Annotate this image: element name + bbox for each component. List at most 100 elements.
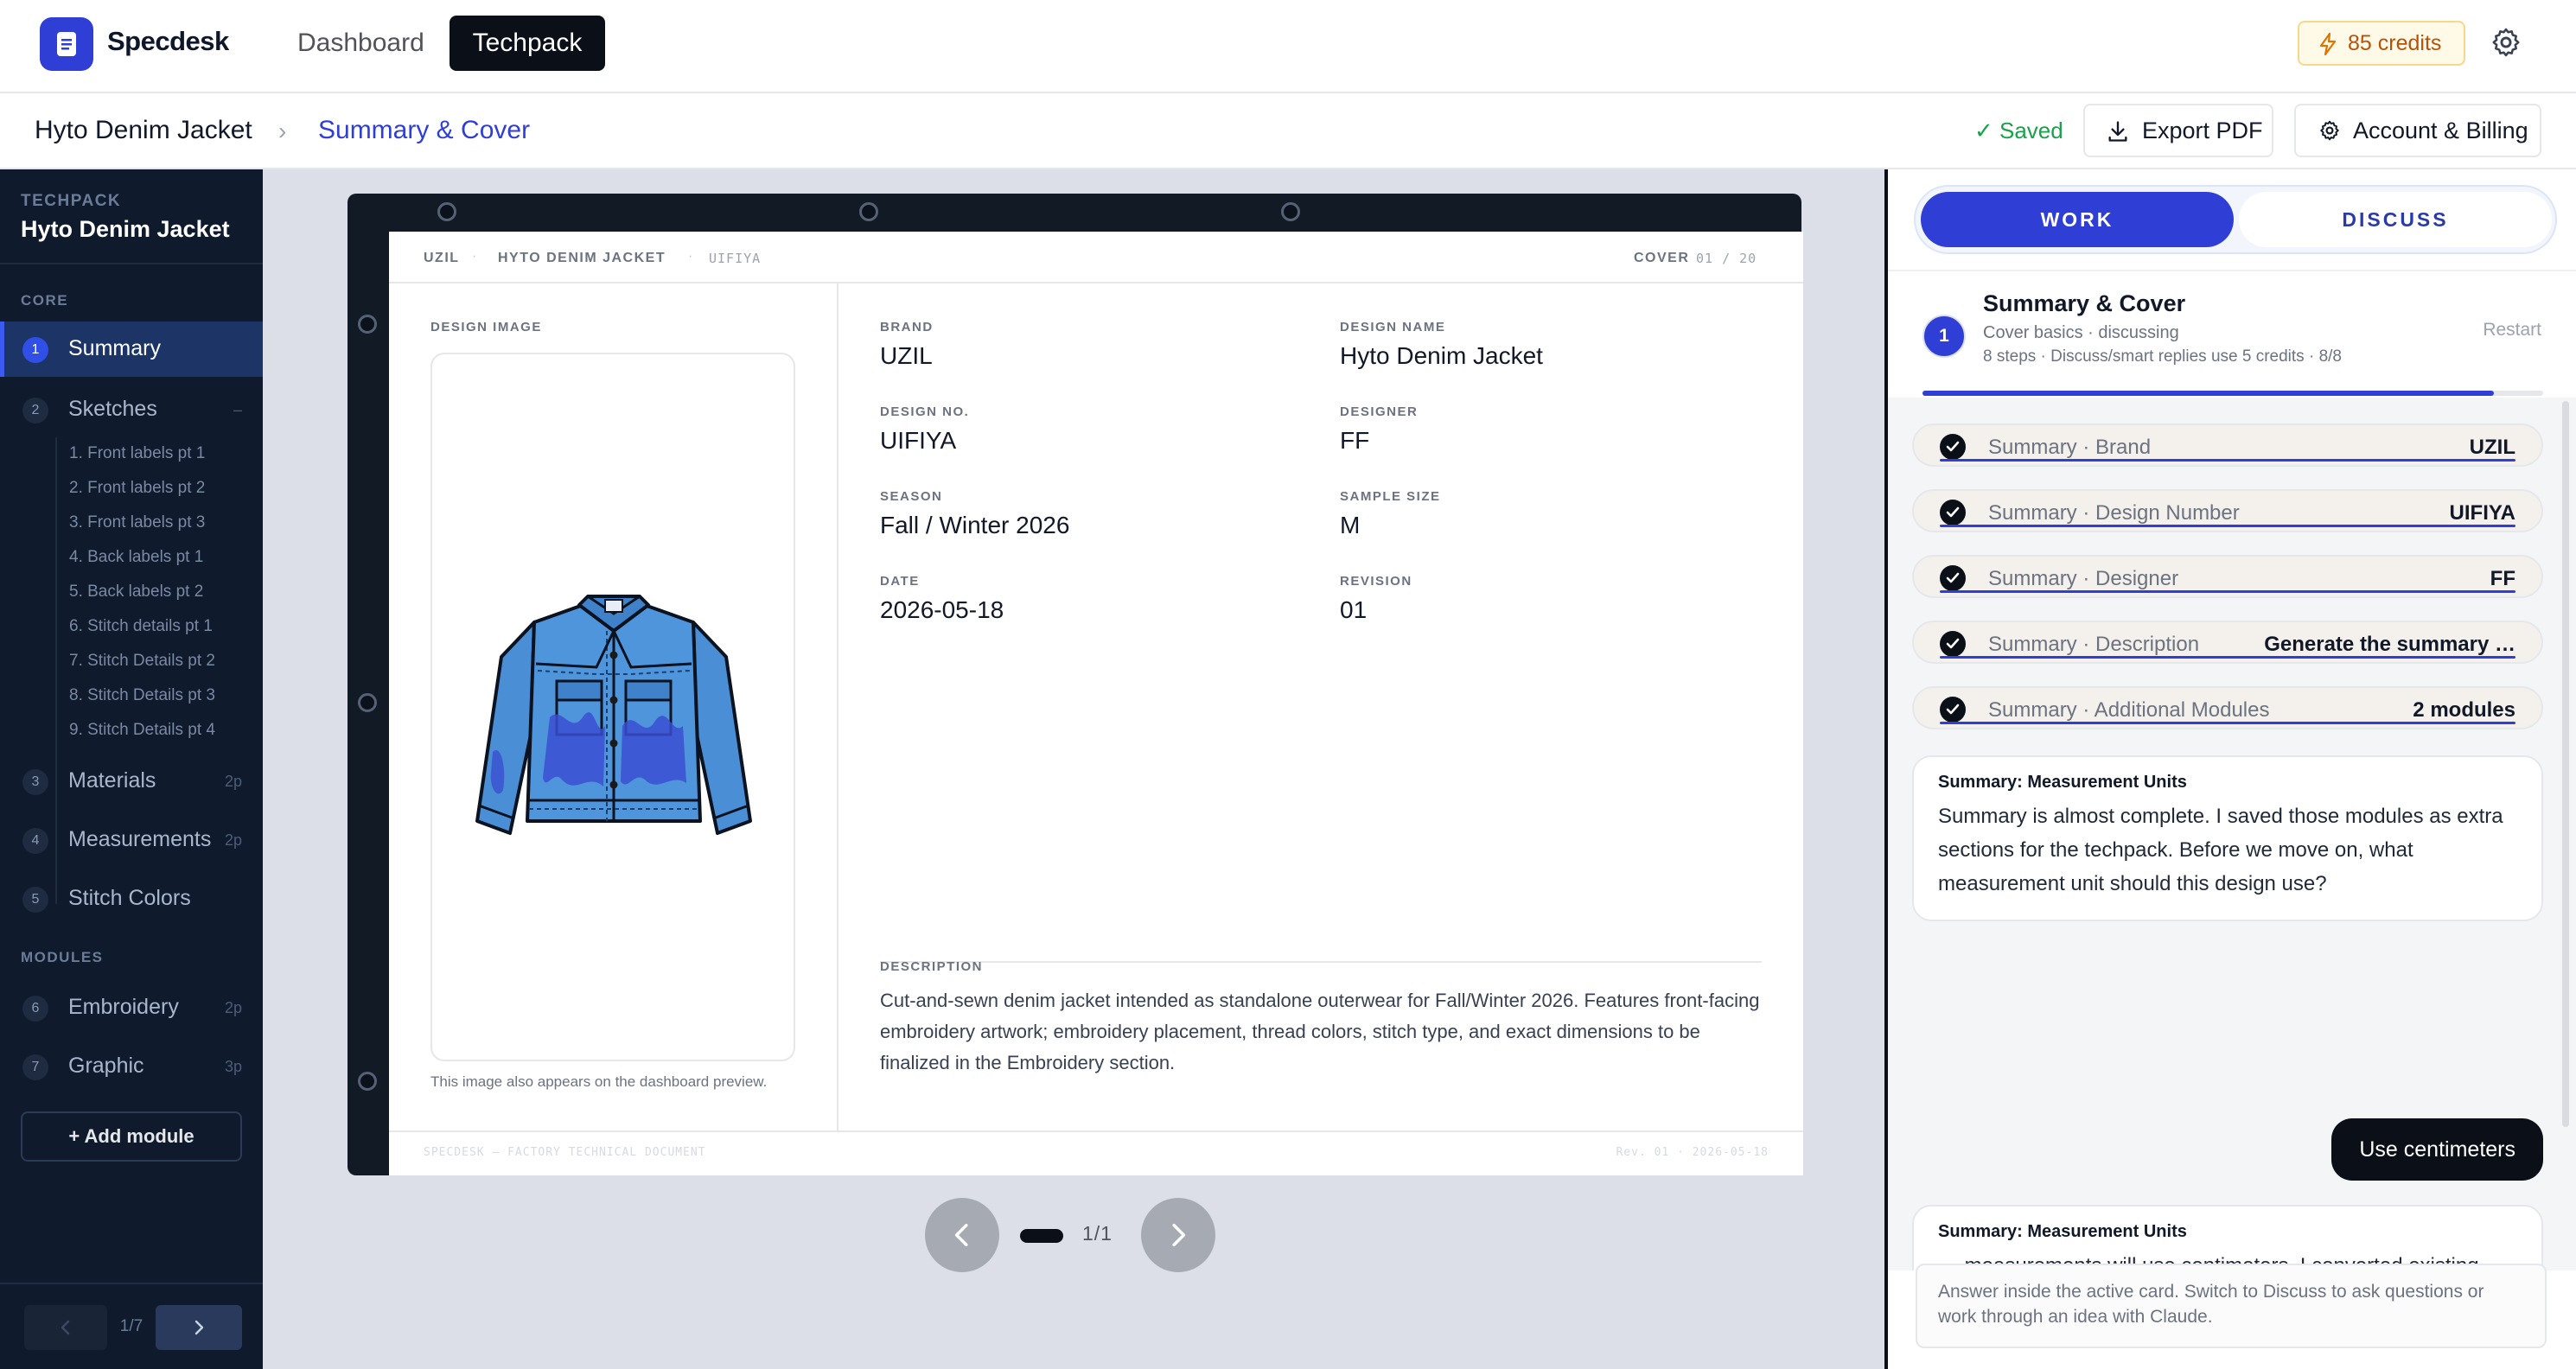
- sheet-header-code: UIFIYA: [709, 251, 762, 266]
- sidebar-item-materials[interactable]: 3 Materials 2p: [0, 754, 263, 809]
- sidebar-pager: 1/7: [0, 1283, 263, 1369]
- design-image-frame[interactable]: [430, 353, 795, 1061]
- answered-field-label: Summary · Designer: [1988, 567, 2179, 590]
- sidebar-subitem[interactable]: 1. Front labels pt 1: [69, 444, 205, 463]
- sidebar-item-summary[interactable]: 1 Summary: [0, 322, 263, 377]
- viewer-prev-button[interactable]: [925, 1198, 999, 1272]
- sheet-footer-left: SPECDESK — FACTORY TECHNICAL DOCUMENT: [424, 1146, 706, 1159]
- revision-value[interactable]: 01: [1340, 596, 1367, 624]
- breadcrumb-project[interactable]: Hyto Denim Jacket: [35, 116, 252, 145]
- sidebar-subitem[interactable]: 2. Front labels pt 2: [69, 479, 205, 498]
- design-no-value[interactable]: UIFIYA: [880, 427, 956, 455]
- answered-field-label: Summary · Brand: [1988, 436, 2152, 459]
- sidebar-item-embroidery[interactable]: 6 Embroidery 2p: [0, 980, 263, 1035]
- sidebar-subitem[interactable]: 3. Front labels pt 3: [69, 513, 205, 532]
- answered-field-additional-modules[interactable]: Summary · Additional Modules 2 modules: [1912, 686, 2543, 729]
- account-billing-button[interactable]: Account & Billing: [2294, 104, 2541, 157]
- sidebar-subitem[interactable]: 6. Stitch details pt 1: [69, 617, 213, 636]
- answered-field-designer[interactable]: Summary · Designer FF: [1912, 555, 2543, 598]
- chat-composer[interactable]: Answer inside the active card. Switch to…: [1916, 1264, 2547, 1348]
- assistant-message-title: Summary: Measurement Units: [1938, 1222, 2187, 1241]
- viewer-page-dot[interactable]: [1020, 1229, 1063, 1243]
- account-billing-label: Account & Billing: [2353, 118, 2528, 143]
- design-image-panel: DESIGN IMAGE This image also appears on …: [389, 283, 838, 1130]
- nav-techpack[interactable]: Techpack: [450, 16, 605, 71]
- answered-field-label: Summary · Additional Modules: [1988, 698, 2270, 722]
- sidebar-subitem[interactable]: 9. Stitch Details pt 4: [69, 721, 215, 740]
- chat-scrollbar[interactable]: [2562, 401, 2569, 1127]
- sidebar-section-core: CORE: [21, 292, 69, 309]
- sidebar: TECHPACK Hyto Denim Jacket CORE 1 Summar…: [0, 169, 263, 1369]
- design-name-value[interactable]: Hyto Denim Jacket: [1340, 342, 1543, 370]
- sample-size-label: SAMPLE SIZE: [1340, 489, 1441, 504]
- sidebar-item-number: 2: [22, 398, 48, 423]
- description-text[interactable]: Cut-and-sewn denim jacket intended as st…: [880, 985, 1762, 1079]
- answered-field-label: Summary · Description: [1988, 633, 2200, 656]
- description-label: DESCRIPTION: [880, 959, 984, 974]
- brand-value[interactable]: UZIL: [880, 342, 933, 370]
- design-image-caption: This image also appears on the dashboard…: [430, 1073, 768, 1090]
- date-value[interactable]: 2026-05-18: [880, 596, 1004, 624]
- gear-icon: [2320, 120, 2339, 141]
- answered-field-description[interactable]: Summary · Description Generate the summa…: [1912, 621, 2543, 664]
- chevron-left-icon: [954, 1224, 968, 1246]
- sidebar-section-modules: MODULES: [21, 949, 104, 965]
- tab-discuss[interactable]: DISCUSS: [2239, 192, 2552, 247]
- sidebar-item-number: 7: [22, 1054, 48, 1080]
- check-icon: [1940, 697, 1966, 723]
- answered-field-value: UZIL: [2469, 436, 2515, 459]
- sidebar-item-measurements[interactable]: 4 Measurements 2p: [0, 812, 263, 868]
- gear-icon: [2492, 28, 2520, 57]
- sidebar-item-pages: 2p: [224, 999, 242, 1016]
- sidebar-divider: [0, 263, 263, 264]
- binder-ring: [437, 202, 456, 221]
- assistant-message: Summary: Measurement Units Summary is al…: [1912, 755, 2543, 921]
- brand-label: BRAND: [880, 320, 934, 334]
- step-progress-fill: [1922, 391, 2494, 396]
- sidebar-item-stitch-colors[interactable]: 5 Stitch Colors: [0, 871, 263, 926]
- breadcrumb-current[interactable]: Summary & Cover: [318, 116, 530, 145]
- sidebar-item-graphic[interactable]: 7 Graphic 3p: [0, 1039, 263, 1094]
- saved-status: ✓ Saved: [1974, 118, 2063, 143]
- step-meta: 8 steps · Discuss/smart replies use 5 cr…: [1983, 347, 2342, 366]
- check-icon: [1940, 565, 1966, 591]
- viewer-next-button[interactable]: [1141, 1198, 1215, 1272]
- tab-work[interactable]: WORK: [1921, 192, 2234, 247]
- sidebar-item-collapse[interactable]: –: [233, 401, 242, 419]
- user-message: Use centimeters: [2331, 1118, 2543, 1181]
- sidebar-prev-button[interactable]: [24, 1305, 107, 1350]
- sidebar-item-number: 3: [22, 769, 48, 795]
- answered-field-brand[interactable]: Summary · Brand UZIL: [1912, 423, 2543, 467]
- assistant-message-title: Summary: Measurement Units: [1938, 773, 2187, 792]
- settings-button[interactable]: [2490, 26, 2522, 59]
- app-logo[interactable]: [40, 17, 93, 71]
- sidebar-subitem[interactable]: 5. Back labels pt 2: [69, 583, 203, 602]
- season-value[interactable]: Fall / Winter 2026: [880, 512, 1069, 539]
- binder-ring: [859, 202, 878, 221]
- answered-field-design-number[interactable]: Summary · Design Number UIFIYA: [1912, 489, 2543, 532]
- sidebar-subitem[interactable]: 8. Stitch Details pt 3: [69, 686, 215, 705]
- breadcrumb-separator-icon: ›: [278, 118, 287, 144]
- restart-button[interactable]: Restart: [2483, 320, 2541, 341]
- check-icon: [1940, 434, 1966, 460]
- sample-size-value[interactable]: M: [1340, 512, 1360, 539]
- download-icon: [2108, 121, 2127, 142]
- binder-ring: [358, 1072, 377, 1091]
- sidebar-item-number: 6: [22, 996, 48, 1022]
- answered-field-value: UIFIYA: [2449, 501, 2515, 525]
- export-pdf-label: Export PDF: [2142, 118, 2263, 143]
- export-pdf-button[interactable]: Export PDF: [2083, 104, 2273, 157]
- designer-value[interactable]: FF: [1340, 427, 1369, 455]
- sidebar-next-button[interactable]: [156, 1305, 242, 1350]
- sidebar-subitem[interactable]: 7. Stitch Details pt 2: [69, 652, 215, 671]
- denim-jacket-image: [475, 595, 752, 835]
- sidebar-item-label: Stitch Colors: [68, 886, 191, 910]
- credits-badge[interactable]: 85 credits: [2298, 21, 2465, 66]
- add-module-button[interactable]: + Add module: [21, 1111, 242, 1162]
- check-icon: [1940, 500, 1966, 525]
- nav-dashboard[interactable]: Dashboard: [277, 16, 445, 71]
- sidebar-item-sketches[interactable]: 2 Sketches –: [0, 382, 263, 437]
- sidebar-item-pages: 3p: [224, 1058, 242, 1075]
- sidebar-subitem[interactable]: 4. Back labels pt 1: [69, 548, 203, 567]
- mode-toggle: WORK DISCUSS: [1914, 185, 2557, 254]
